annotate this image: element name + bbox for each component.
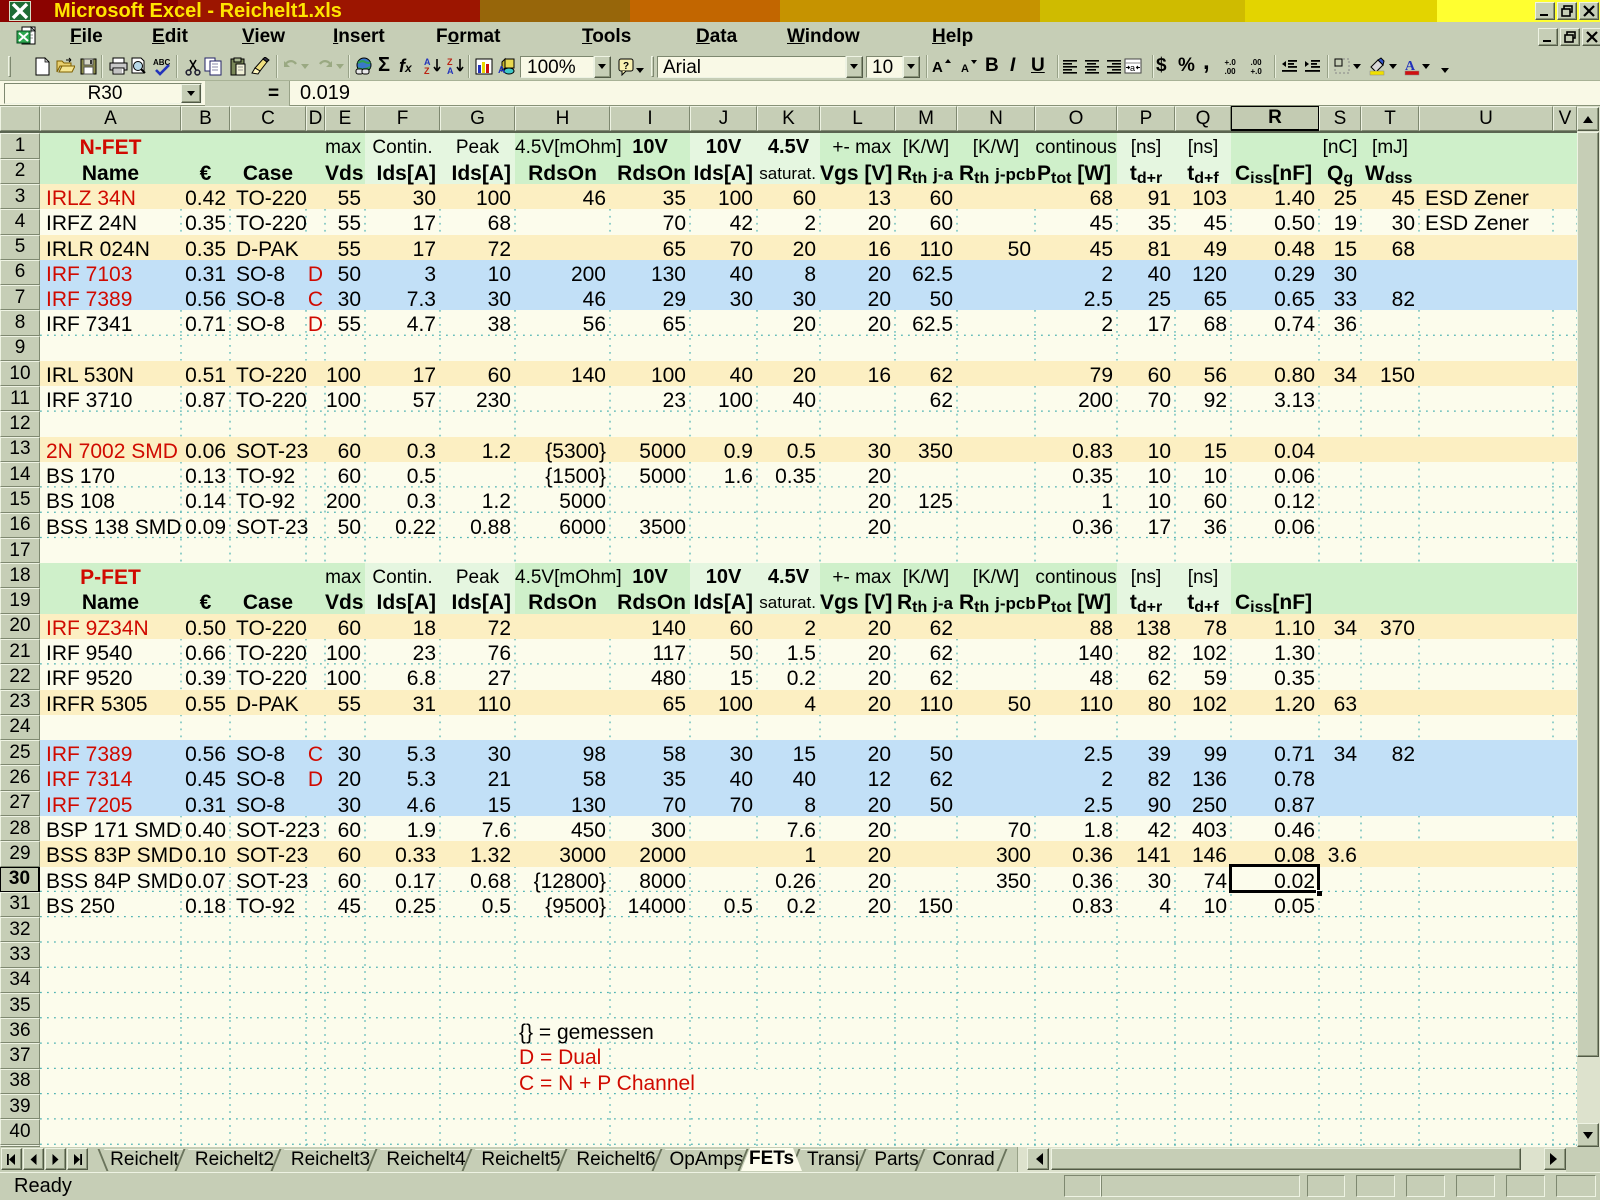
svg-text:?: ?: [623, 61, 629, 72]
svg-text:A: A: [932, 59, 943, 76]
svg-text:.00: .00: [1251, 58, 1263, 67]
svg-text:Z: Z: [424, 66, 430, 76]
svg-text:+.0: +.0: [1251, 67, 1263, 76]
svg-text:A: A: [961, 63, 969, 75]
svg-text:A: A: [498, 65, 505, 76]
svg-text:a: a: [1130, 63, 1135, 73]
svg-text:.00: .00: [1225, 67, 1237, 76]
svg-text:+.0: +.0: [1225, 58, 1237, 67]
svg-text:A: A: [447, 66, 454, 76]
